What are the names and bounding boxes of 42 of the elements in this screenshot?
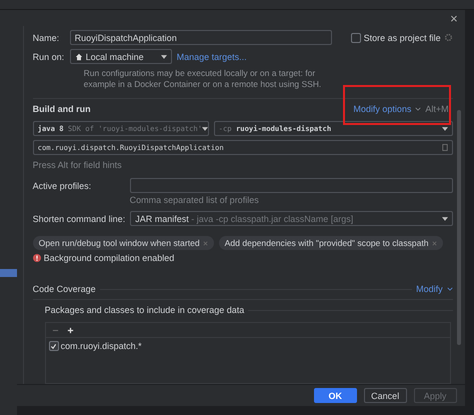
- field-label: Shorten command line:: [32, 214, 126, 224]
- package-entry: com.ruoyi.dispatch.*: [60, 341, 142, 352]
- field-hint: Press Alt for field hints: [32, 160, 123, 170]
- caret-icon: [442, 216, 448, 221]
- remove-icon[interactable]: [432, 240, 437, 246]
- modify-options-link[interactable]: Modify options: [353, 104, 412, 114]
- option-chip[interactable]: Add dependencies with "provided" scope to classpath: [218, 236, 443, 250]
- gear-icon[interactable]: [444, 33, 453, 42]
- caret-icon: [202, 126, 208, 131]
- shortcut-hint: Alt+M: [425, 104, 449, 114]
- checkbox[interactable]: [350, 32, 361, 43]
- group-title: Packages and classes to include in coverage data: [44, 305, 244, 316]
- option-chip[interactable]: Open run/debug tool window when started: [32, 236, 214, 250]
- home-icon: [74, 52, 83, 61]
- add-icon[interactable]: [66, 326, 74, 334]
- field-label: Name:: [32, 32, 60, 43]
- field-label: Run on:: [32, 52, 65, 62]
- section-title: Code Coverage: [32, 284, 96, 294]
- checkbox[interactable]: [48, 341, 59, 352]
- name-field[interactable]: RuoyiDispatchApplication: [70, 30, 332, 46]
- run-on-hint: Run configurations may be executed locally or on a target: for example in a Docker Container or on a remote host using SSH.: [82, 68, 322, 90]
- warning-text: Background compilation enabled: [44, 253, 174, 264]
- field-label: Active profiles:: [32, 180, 92, 191]
- run-target-dropdown[interactable]: Local machine: [70, 49, 172, 64]
- profiles-field[interactable]: [130, 178, 453, 194]
- browse-icon[interactable]: [442, 143, 448, 152]
- scrollbar-thumb[interactable]: [456, 110, 461, 346]
- close-button[interactable]: ×: [447, 10, 461, 26]
- caret-icon: [160, 54, 167, 59]
- dialog-button[interactable]: OK: [314, 388, 357, 404]
- field-hint: Comma separated list of profiles: [128, 195, 260, 206]
- shorten-dropdown[interactable]: JAR manifest - java -cp classpath.jar className [args]: [130, 211, 453, 226]
- remove-icon[interactable]: [202, 240, 208, 246]
- modify-link[interactable]: Modify: [416, 284, 443, 294]
- dialog-button[interactable]: Cancel: [364, 388, 407, 404]
- manage-targets-link[interactable]: Manage targets...: [176, 52, 247, 62]
- caret-icon: [442, 126, 448, 131]
- chevron-icon: [415, 107, 422, 112]
- error-icon: [32, 254, 41, 262]
- checkbox-label: Store as project file: [364, 32, 441, 43]
- section-title: Build and run: [32, 104, 91, 114]
- chevron-icon: [446, 287, 453, 292]
